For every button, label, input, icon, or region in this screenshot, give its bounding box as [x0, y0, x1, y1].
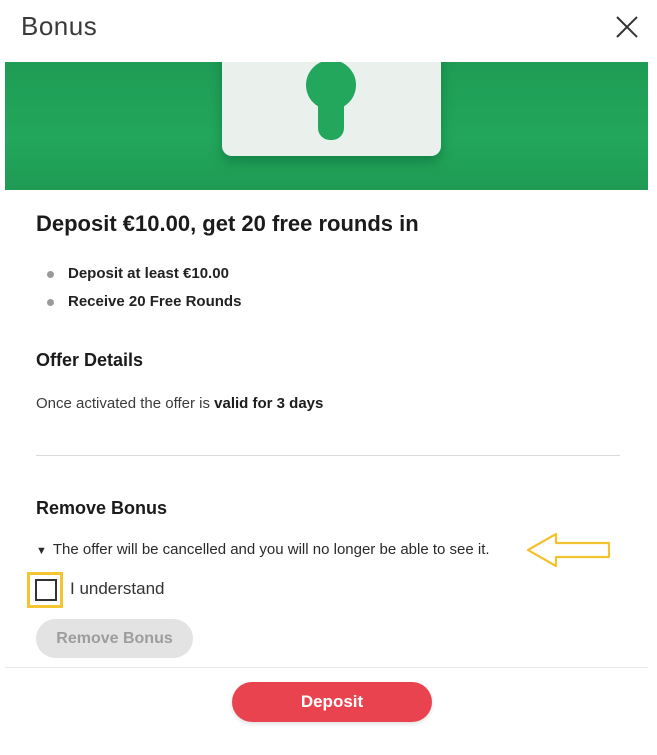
- list-item: Receive 20 Free Rounds: [36, 291, 241, 319]
- offer-details-title: Offer Details: [36, 350, 144, 370]
- warning-text: The offer will be cancelled and you will…: [52, 541, 490, 558]
- list-item: Deposit at least €10.00: [36, 263, 241, 291]
- bullet-dot-icon: [47, 271, 54, 278]
- remove-bonus-title: Remove Bonus: [36, 498, 168, 518]
- details-text-bold: valid for 3 days: [214, 395, 324, 412]
- offer-bullets: Deposit at least €10.00 Receive 20 Free …: [36, 263, 241, 319]
- modal-title: Bonus: [21, 11, 98, 41]
- bullet-text: Receive 20 Free Rounds: [68, 293, 242, 310]
- modal-header: Bonus: [0, 0, 657, 62]
- bonus-banner: [5, 62, 648, 190]
- section-divider: [36, 455, 620, 456]
- deposit-button[interactable]: Deposit: [232, 682, 432, 722]
- arrow-left-icon: [526, 532, 611, 568]
- footer-divider: [5, 667, 648, 668]
- close-icon[interactable]: [614, 14, 640, 40]
- details-text-prefix: Once activated the offer is: [36, 395, 215, 412]
- offer-headline: Deposit €10.00, get 20 free rounds in: [36, 211, 419, 236]
- bullet-text: Deposit at least €10.00: [68, 265, 229, 282]
- understand-label[interactable]: I understand: [70, 579, 165, 599]
- understand-checkbox[interactable]: [35, 579, 57, 601]
- remove-warning: ▼ The offer will be cancelled and you wil…: [36, 541, 490, 558]
- remove-bonus-button[interactable]: Remove Bonus: [36, 619, 193, 658]
- offer-details-text: Once activated the offer is valid for 3 …: [36, 395, 323, 412]
- lock-icon: [222, 62, 441, 156]
- triangle-down-icon: ▼: [36, 545, 47, 557]
- bullet-dot-icon: [47, 299, 54, 306]
